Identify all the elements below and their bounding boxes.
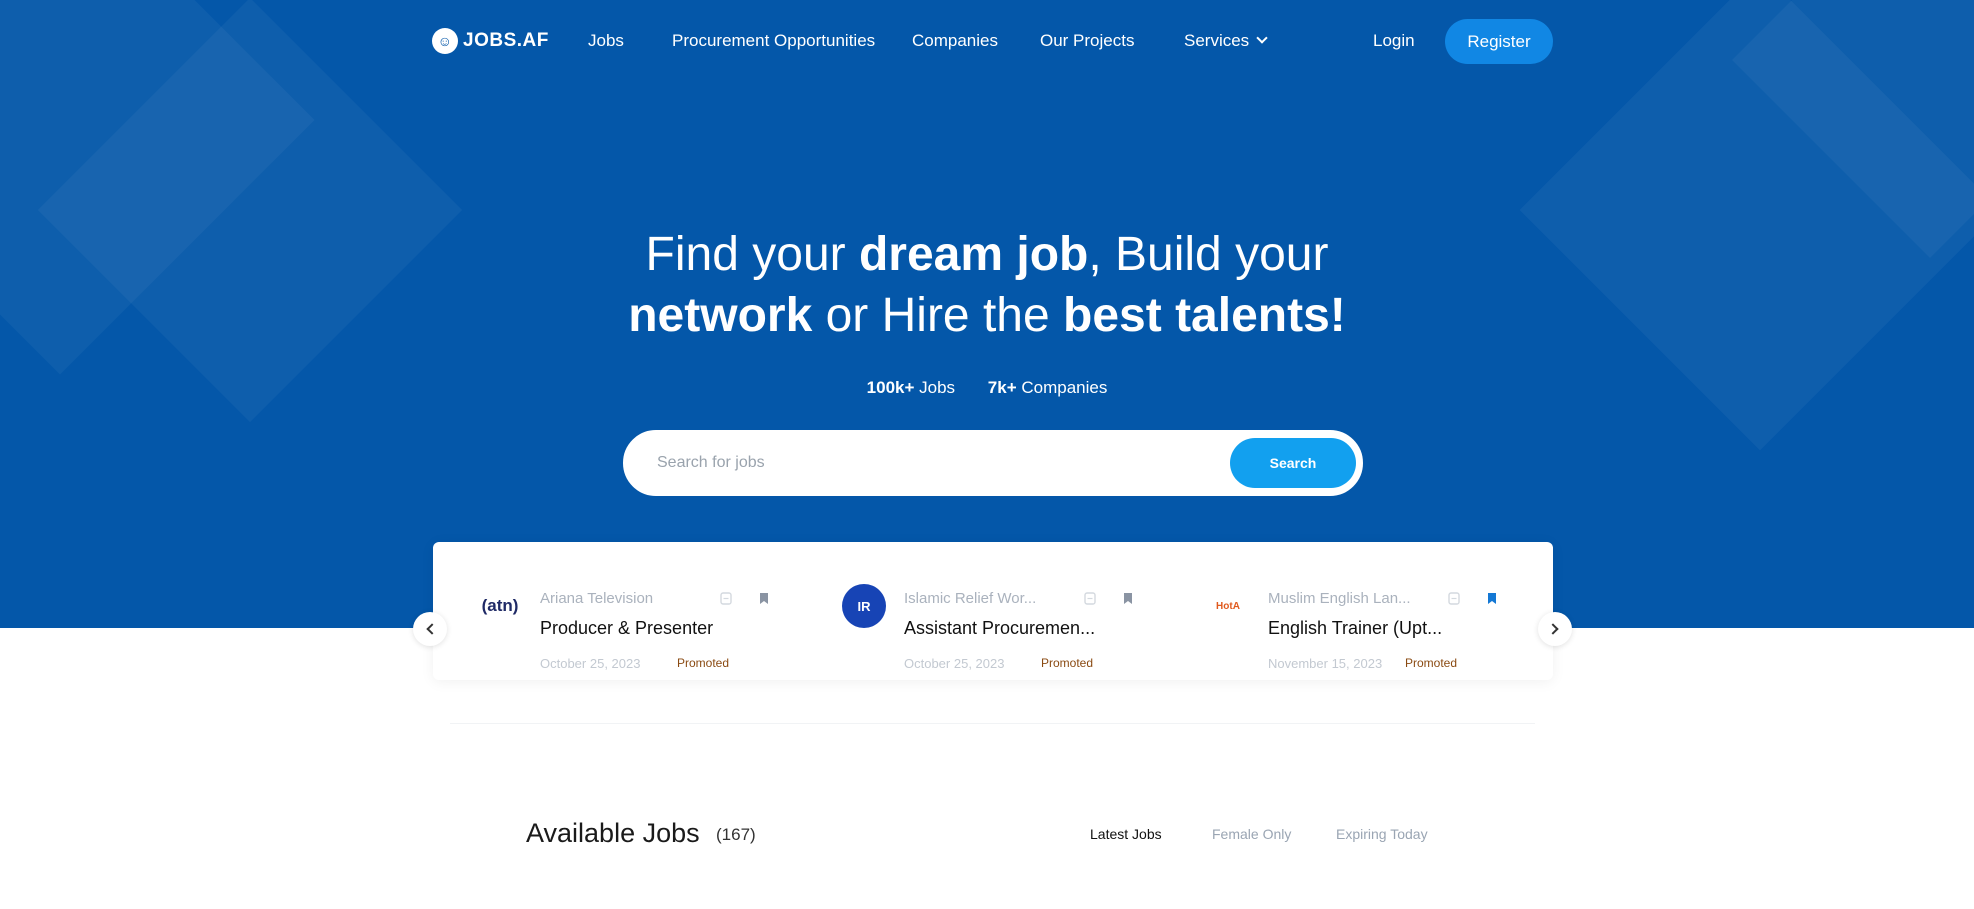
tab-latest-jobs[interactable]: Latest Jobs xyxy=(1090,826,1162,842)
chevron-right-icon xyxy=(1547,623,1559,635)
logo-face-icon: ☺ xyxy=(432,28,458,54)
divider xyxy=(450,723,1535,724)
posted-date: October 25, 2023 xyxy=(904,656,1005,671)
bookmark-filled-icon[interactable] xyxy=(1486,592,1498,605)
company-logo-text: (atn) xyxy=(481,596,519,615)
register-button[interactable]: Register xyxy=(1445,19,1553,64)
company-name[interactable]: Muslim English Lan... xyxy=(1268,590,1411,607)
share-icon[interactable] xyxy=(1084,592,1096,605)
stat-companies-label: Companies xyxy=(1016,378,1108,397)
stat-jobs: 100k+ Jobs xyxy=(867,378,955,397)
headline-text: or Hire the xyxy=(812,289,1064,342)
logo-text: JOBS.AF xyxy=(463,30,549,51)
company-logo-text: IR xyxy=(857,598,871,614)
job-title[interactable]: Assistant Procuremen... xyxy=(904,618,1095,639)
available-jobs-heading: Available Jobs xyxy=(526,818,700,848)
nav-our-projects[interactable]: Our Projects xyxy=(1040,31,1134,51)
site-logo[interactable]: ☺ JOBS.AF xyxy=(432,28,549,54)
hero-section: ☺ JOBS.AF Jobs Procurement Opportunities… xyxy=(0,0,1974,628)
headline-emphasis: dream job xyxy=(858,228,1089,281)
job-title[interactable]: Producer & Presenter xyxy=(540,618,713,639)
company-logo: IR xyxy=(842,584,886,628)
promoted-badge: Promoted xyxy=(1041,656,1094,670)
featured-job-card[interactable]: HotA Muslim English Lan... English Train… xyxy=(1206,574,1526,674)
company-logo: (atn) xyxy=(478,584,522,628)
stat-companies-number: 7k+ xyxy=(987,378,1017,397)
headline-text: Find your xyxy=(645,228,859,281)
carousel-next-button[interactable] xyxy=(1538,612,1572,646)
nav-jobs[interactable]: Jobs xyxy=(588,31,624,51)
nav-services[interactable]: Services xyxy=(1184,31,1268,51)
posted-date: October 25, 2023 xyxy=(540,656,641,671)
nav-services-label: Services xyxy=(1184,31,1250,50)
nav-procurement[interactable]: Procurement Opportunities xyxy=(672,31,875,51)
headline-emphasis: best talents! xyxy=(1063,289,1346,342)
available-jobs-count: (167) xyxy=(716,825,756,844)
tab-female-only[interactable]: Female Only xyxy=(1212,826,1291,842)
carousel-prev-button[interactable] xyxy=(413,612,447,646)
chevron-left-icon xyxy=(426,623,438,635)
share-icon[interactable] xyxy=(1448,592,1460,605)
nav-companies[interactable]: Companies xyxy=(912,31,998,51)
stat-jobs-label: Jobs xyxy=(914,378,956,397)
search-bar: Search xyxy=(623,430,1363,496)
posted-date: November 15, 2023 xyxy=(1268,656,1383,671)
headline-emphasis: network xyxy=(628,289,813,342)
company-name[interactable]: Islamic Relief Wor... xyxy=(904,590,1036,607)
featured-job-card[interactable]: (atn) Ariana Television Producer & Prese… xyxy=(478,574,798,674)
tab-expiring-today[interactable]: Expiring Today xyxy=(1336,826,1428,842)
stat-jobs-number: 100k+ xyxy=(866,378,915,397)
company-name[interactable]: Ariana Television xyxy=(540,590,653,607)
promoted-badge: Promoted xyxy=(1405,656,1458,670)
company-logo: HotA xyxy=(1206,584,1250,628)
headline-text: , Build your xyxy=(1088,228,1329,281)
share-icon[interactable] xyxy=(720,592,732,605)
search-button[interactable]: Search xyxy=(1230,438,1356,488)
featured-job-card[interactable]: IR Islamic Relief Wor... Assistant Procu… xyxy=(842,574,1162,674)
login-link[interactable]: Login xyxy=(1373,31,1415,51)
company-logo-text: HotA xyxy=(1216,600,1240,612)
hero-headline: Find your dream job, Build your network … xyxy=(0,224,1974,346)
bookmark-icon[interactable] xyxy=(1122,592,1134,605)
chevron-down-icon xyxy=(1256,32,1268,44)
search-input[interactable] xyxy=(657,448,1217,478)
promoted-badge: Promoted xyxy=(677,656,730,670)
job-title[interactable]: English Trainer (Upt... xyxy=(1268,618,1442,639)
top-navigation: ☺ JOBS.AF Jobs Procurement Opportunities… xyxy=(0,0,1974,84)
stat-companies: 7k+ Companies xyxy=(988,378,1108,397)
hero-stats: 100k+ Jobs 7k+ Companies xyxy=(0,378,1974,398)
bookmark-icon[interactable] xyxy=(758,592,770,605)
